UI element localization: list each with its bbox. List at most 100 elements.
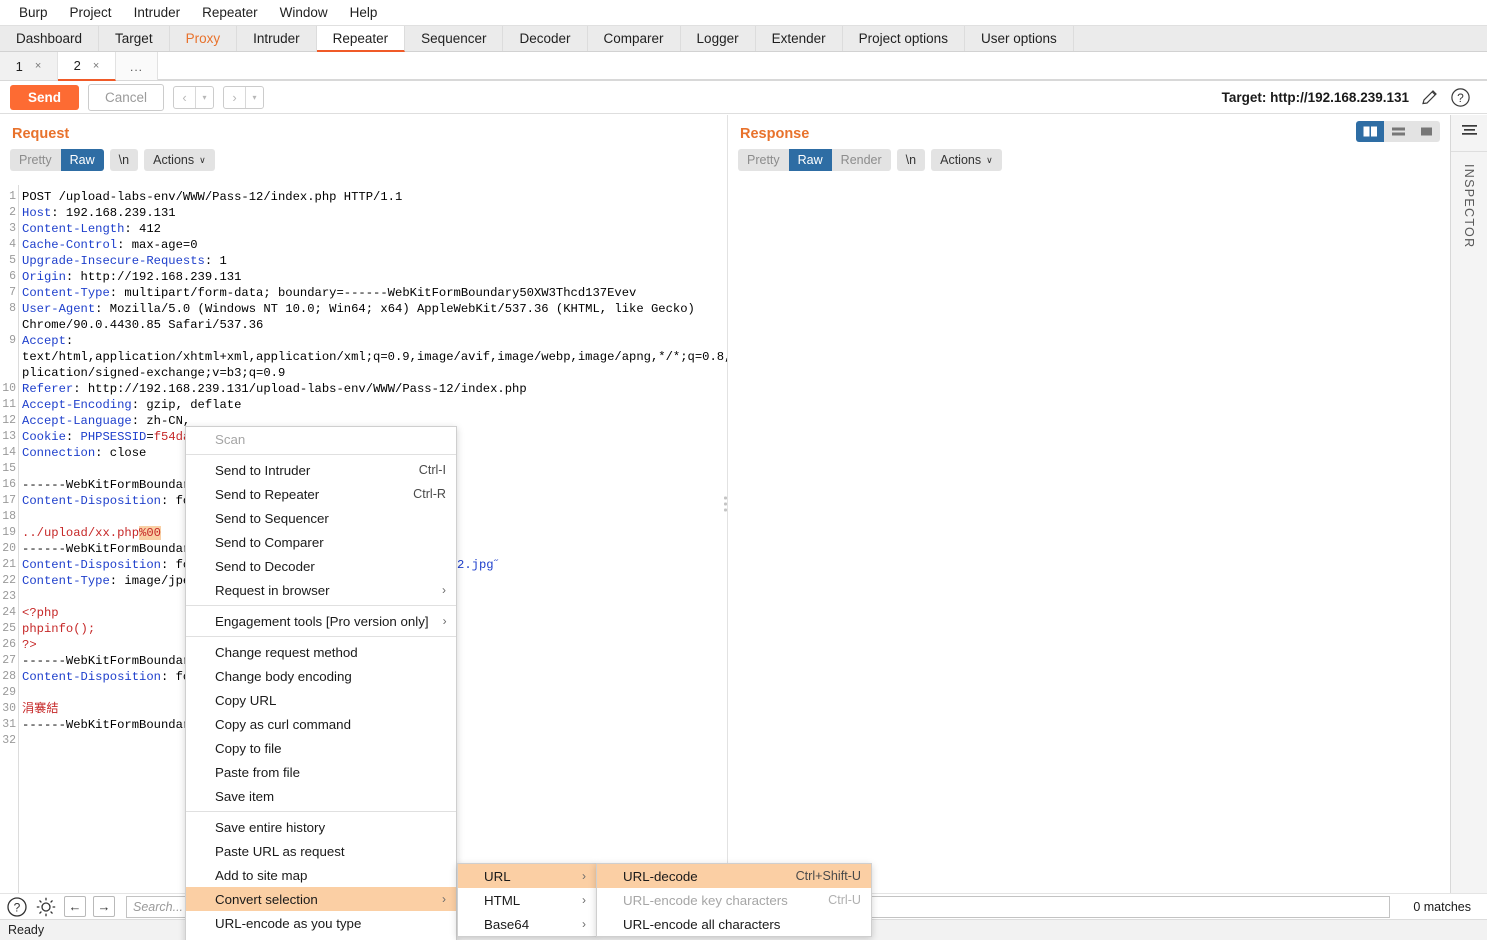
tab-intruder[interactable]: Intruder [237, 26, 317, 51]
line-number: 5 [9, 254, 16, 267]
search-back-button[interactable]: ← [64, 896, 86, 917]
split-view-icon[interactable] [1356, 121, 1384, 142]
menubar-item-window[interactable]: Window [269, 2, 339, 23]
menu-item-change-request-method[interactable]: Change request method [186, 640, 456, 664]
tab-logger[interactable]: Logger [681, 26, 756, 51]
menu-item-base64[interactable]: Base64 › [458, 912, 596, 936]
menu-item-send-to-comparer[interactable]: Send to Comparer [186, 530, 456, 554]
prev-request-button[interactable]: ‹ ▾ [173, 85, 215, 109]
request-actions-button[interactable]: Actions ∨ [144, 149, 215, 171]
close-icon[interactable]: × [93, 60, 99, 72]
prev-arrow-icon: ‹ [182, 89, 187, 105]
menu-item-label: Engagement tools [Pro version only] [215, 613, 429, 629]
next-request-button[interactable]: › ▾ [223, 85, 265, 109]
menu-item-request-in-browser[interactable]: Request in browser › [186, 578, 456, 602]
menu-item-url-encode-all-characters[interactable]: URL-encode all characters [597, 912, 871, 936]
close-icon[interactable]: × [35, 60, 41, 72]
menubar-item-project[interactable]: Project [59, 2, 123, 23]
pane-drag-handle[interactable] [724, 496, 727, 512]
tab-repeater[interactable]: Repeater [316, 26, 406, 52]
menubar-item-repeater[interactable]: Repeater [191, 2, 269, 23]
tab-comparer[interactable]: Comparer [588, 26, 681, 51]
tab-sequencer[interactable]: Sequencer [405, 26, 504, 51]
request-context-menu: Scan Send to Intruder Ctrl-I Send to Repeat… [185, 426, 457, 940]
menubar-item-burp[interactable]: Burp [8, 2, 59, 23]
menu-item-label: Change request method [215, 644, 358, 660]
hamburger-icon[interactable] [1460, 115, 1479, 151]
response-editor[interactable] [728, 185, 1450, 893]
menu-item-html[interactable]: HTML › [458, 888, 596, 912]
request-newline-button[interactable]: \n [109, 149, 139, 171]
menu-item-send-to-intruder[interactable]: Send to Intruder Ctrl-I [186, 458, 456, 482]
menu-item-label: Paste from file [215, 764, 300, 780]
burp-suite-window: Burp Project Intruder Repeater Window Help Da… [0, 0, 1487, 940]
menu-item-save-entire-history[interactable]: Save entire history [186, 815, 456, 839]
menu-item-paste-url-as-request[interactable]: Paste URL as request [186, 839, 456, 863]
code-line: Host: 192.168.239.131 [22, 206, 176, 220]
tab-extender[interactable]: Extender [756, 26, 843, 51]
repeater-tab-more[interactable]: ... [116, 52, 159, 80]
request-raw-button[interactable]: Raw [60, 149, 104, 171]
tab-dashboard[interactable]: Dashboard [0, 26, 100, 51]
menu-item-label: Send to Intruder [215, 462, 311, 478]
line-number: 19 [2, 526, 16, 539]
menubar-item-intruder[interactable]: Intruder [123, 2, 192, 23]
menubar-item-help[interactable]: Help [339, 2, 389, 23]
repeater-tab-2[interactable]: 2 × [58, 52, 116, 81]
menu-item-label: Save item [215, 788, 275, 804]
single-view-icon[interactable] [1412, 121, 1440, 142]
line-number: 23 [2, 590, 16, 603]
response-newline-button[interactable]: \n [896, 149, 926, 171]
tab-proxy[interactable]: Proxy [170, 26, 238, 51]
code-line: Cache-Control: max-age=0 [22, 238, 198, 252]
menu-item-copy-as-curl-command[interactable]: Copy as curl command [186, 712, 456, 736]
menu-item-engagement-tools-pro-version-only[interactable]: Engagement tools [Pro version only] › [186, 609, 456, 633]
next-arrow-icon: › [232, 89, 237, 105]
menu-item-copy-to-file[interactable]: Copy to file [186, 736, 456, 760]
line-number: 18 [2, 510, 16, 523]
menu-item-send-to-decoder[interactable]: Send to Decoder [186, 554, 456, 578]
svg-text:?: ? [14, 900, 21, 914]
response-pretty-button[interactable]: Pretty [738, 149, 789, 171]
menu-item-change-body-encoding[interactable]: Change body encoding [186, 664, 456, 688]
filename-fragment: 2.jpg˝ [457, 558, 501, 572]
menu-item-paste-from-file[interactable]: Paste from file [186, 760, 456, 784]
search-forward-button[interactable]: → [93, 896, 115, 917]
menu-item-send-to-sequencer[interactable]: Send to Sequencer [186, 506, 456, 530]
request-pretty-button[interactable]: Pretty [10, 149, 61, 171]
line-number: 9 [9, 334, 16, 347]
tab-target[interactable]: Target [99, 26, 170, 51]
menu-item-cut[interactable]: CutCtrl-X [186, 935, 456, 940]
tab-user-options[interactable]: User options [965, 26, 1074, 51]
response-raw-button[interactable]: Raw [788, 149, 832, 171]
divider [1451, 151, 1487, 152]
menu-item-url-decode[interactable]: URL-decode Ctrl+Shift-U [597, 864, 871, 888]
menu-item-shortcut: Ctrl+Shift-U [795, 869, 861, 883]
repeater-tab-1[interactable]: 1 × [0, 52, 58, 80]
response-render-button[interactable]: Render [831, 149, 891, 171]
menu-item-convert-selection[interactable]: Convert selection › [186, 887, 456, 911]
tab-decoder[interactable]: Decoder [503, 26, 588, 51]
menu-item-send-to-repeater[interactable]: Send to Repeater Ctrl-R [186, 482, 456, 506]
chevron-right-icon: › [582, 917, 586, 931]
menu-item-label: URL-encode key characters [623, 892, 788, 908]
menu-separator [186, 605, 456, 606]
stacked-view-icon[interactable] [1384, 121, 1412, 142]
pencil-icon[interactable] [1420, 88, 1439, 107]
tab-project-options[interactable]: Project options [843, 26, 965, 51]
line-number [0, 317, 18, 333]
question-icon[interactable]: ? [1450, 87, 1471, 108]
menu-item-copy-url[interactable]: Copy URL [186, 688, 456, 712]
response-actions-button[interactable]: Actions ∨ [931, 149, 1002, 171]
gear-icon[interactable] [35, 896, 57, 918]
menu-item-url-encode-as-you-type[interactable]: URL-encode as you type [186, 911, 456, 935]
send-button[interactable]: Send [10, 84, 80, 110]
repeater-tab-label: 1 [15, 58, 23, 74]
menu-item-add-to-site-map[interactable]: Add to site map [186, 863, 456, 887]
question-circle-icon[interactable]: ? [6, 896, 28, 918]
menu-item-label: Copy as curl command [215, 716, 351, 732]
cancel-button[interactable]: Cancel [88, 83, 165, 111]
menu-item-save-item[interactable]: Save item [186, 784, 456, 808]
menu-item-url[interactable]: URL › [458, 864, 596, 888]
menu-item-label: Send to Sequencer [215, 510, 329, 526]
